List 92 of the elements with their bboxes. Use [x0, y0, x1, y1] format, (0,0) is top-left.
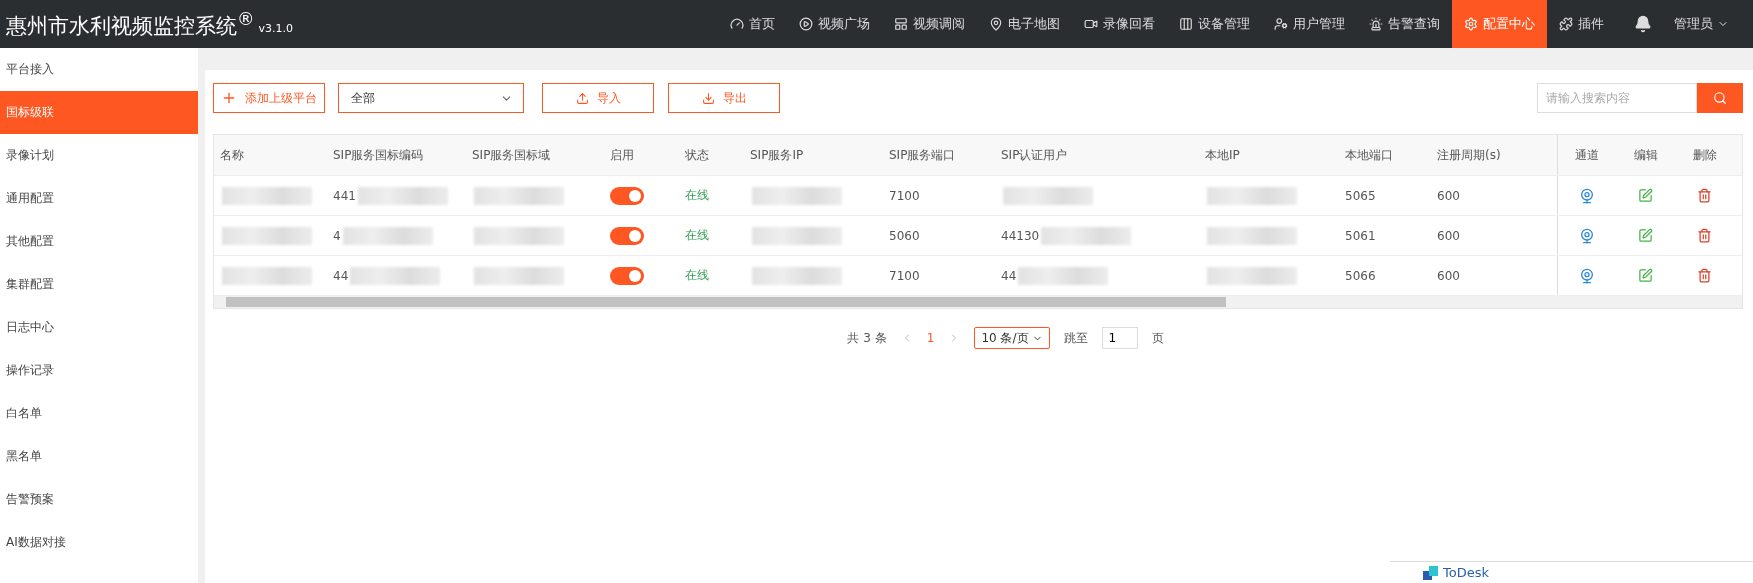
table-cell-text: 5061 — [1344, 227, 1377, 245]
nav-tab[interactable]: 视频广场 — [787, 0, 882, 48]
nav-tab[interactable]: 首页 — [718, 0, 787, 48]
jump-label: 跳至 — [1063, 329, 1088, 347]
nav-tab[interactable]: 视频调阅 — [882, 0, 977, 48]
edit-icon[interactable] — [1638, 188, 1653, 203]
page-jump-field[interactable]: 1 — [1101, 327, 1138, 349]
search-icon — [1713, 91, 1727, 105]
user-gear-icon — [1274, 17, 1288, 31]
video-camera-icon — [1084, 17, 1098, 31]
column-header: 名称 — [219, 146, 245, 164]
version-label: v3.1.0 — [258, 21, 293, 35]
column-header: 删除 — [1691, 146, 1718, 164]
column-header: 本地端口 — [1344, 146, 1394, 164]
trash-icon[interactable] — [1697, 268, 1712, 283]
edit-icon[interactable] — [1638, 268, 1653, 283]
webcam-icon[interactable] — [1579, 227, 1595, 244]
status-text: 在线 — [684, 187, 710, 204]
plus-icon — [221, 90, 237, 106]
table-cell-text: 5065 — [1344, 187, 1377, 205]
nav-tab[interactable]: 录像回看 — [1072, 0, 1167, 48]
table-cell: 441 — [333, 188, 356, 203]
table-cell: 44 — [1001, 268, 1017, 283]
sidebar-item[interactable]: 通用配置 — [0, 177, 198, 220]
nav-tab[interactable]: 插件 — [1547, 0, 1616, 48]
column-header: 状态 — [684, 146, 710, 164]
upload-icon — [575, 91, 589, 105]
scrollbar-thumb[interactable] — [226, 297, 1226, 307]
table-cell: 44130 — [1001, 228, 1040, 243]
layout-icon — [894, 17, 908, 31]
sidebar-item[interactable]: 白名单 — [0, 392, 198, 435]
status-text: 在线 — [684, 267, 710, 284]
sidebar-item[interactable]: 黑名单 — [0, 435, 198, 478]
edit-icon[interactable] — [1638, 228, 1653, 243]
sidebar-item[interactable]: 操作记录 — [0, 349, 198, 392]
search-button[interactable] — [1697, 83, 1743, 113]
sidebar-item[interactable]: 平台接入 — [0, 48, 198, 91]
app-title: 惠州市水利视频监控系统$^{®}$ — [6, 8, 255, 40]
nav-tab[interactable]: 电子地图 — [977, 0, 1072, 48]
user-menu[interactable]: 管理员 — [1674, 0, 1753, 48]
table-cell-text: 5066 — [1344, 267, 1377, 285]
nav-tab[interactable]: 设备管理 — [1167, 0, 1262, 48]
columns-icon — [1179, 17, 1193, 31]
column-header: 通道 — [1557, 135, 1616, 175]
app-logo-icon — [1423, 565, 1439, 580]
table-cell-text: 7100 — [888, 187, 921, 205]
gauge-icon — [730, 17, 744, 31]
sidebar-item[interactable]: 集群配置 — [0, 263, 198, 306]
popup-title: ToDesk — [1443, 565, 1489, 580]
map-pin-icon — [989, 17, 1003, 31]
search-field[interactable]: 请输入搜索内容 — [1537, 83, 1697, 113]
column-header: SIP服务IP — [749, 146, 805, 164]
table-cell-text: 600 — [1436, 227, 1461, 245]
page-size-select[interactable]: 10 条/页 — [974, 327, 1050, 349]
play-icon — [799, 17, 813, 31]
total-count: 共 3 条 — [847, 329, 887, 347]
trash-icon[interactable] — [1697, 228, 1712, 243]
column-header: SIP服务国标域 — [471, 146, 552, 164]
trash-icon[interactable] — [1697, 188, 1712, 203]
table-cell: 44 — [333, 268, 349, 283]
sidebar-item[interactable]: 告警预案 — [0, 478, 198, 521]
nav-tab[interactable]: 告警查询 — [1357, 0, 1452, 48]
nav-tab[interactable]: 用户管理 — [1262, 0, 1357, 48]
puzzle-icon — [1559, 17, 1573, 31]
column-header: 本地IP — [1204, 146, 1241, 164]
enable-switch[interactable] — [610, 266, 644, 285]
webcam-icon[interactable] — [1579, 267, 1595, 284]
table-cell-text: 600 — [1436, 267, 1461, 285]
sidebar-item[interactable]: 录像计划 — [0, 134, 198, 177]
enable-switch[interactable] — [610, 226, 644, 245]
sidebar-item[interactable]: 日志中心 — [0, 306, 198, 349]
page-unit-label: 页 — [1151, 329, 1164, 347]
siren-icon — [1369, 17, 1383, 31]
status-text: 在线 — [684, 227, 710, 244]
column-header: 编辑 — [1632, 146, 1659, 164]
column-header: 启用 — [609, 146, 635, 164]
table-cell-text: 5060 — [888, 227, 921, 245]
filter-select[interactable]: 全部 — [338, 83, 524, 113]
download-icon — [701, 91, 715, 105]
bell-icon[interactable] — [1634, 15, 1652, 33]
sidebar-item[interactable]: 其他配置 — [0, 220, 198, 263]
table-cell-text: 600 — [1436, 187, 1461, 205]
webcam-icon[interactable] — [1579, 187, 1595, 204]
column-header: SIP认证用户 — [1000, 146, 1069, 164]
table-cell: 4 — [333, 228, 341, 243]
settings-icon — [1464, 17, 1478, 31]
column-header: SIP服务端口 — [888, 146, 957, 164]
sidebar-item[interactable]: AI数据对接 — [0, 521, 198, 564]
column-header: SIP服务国标编码 — [332, 146, 425, 164]
column-header: 注册周期(s) — [1436, 146, 1502, 164]
enable-switch[interactable] — [610, 186, 644, 205]
table-cell-text: 7100 — [888, 267, 921, 285]
